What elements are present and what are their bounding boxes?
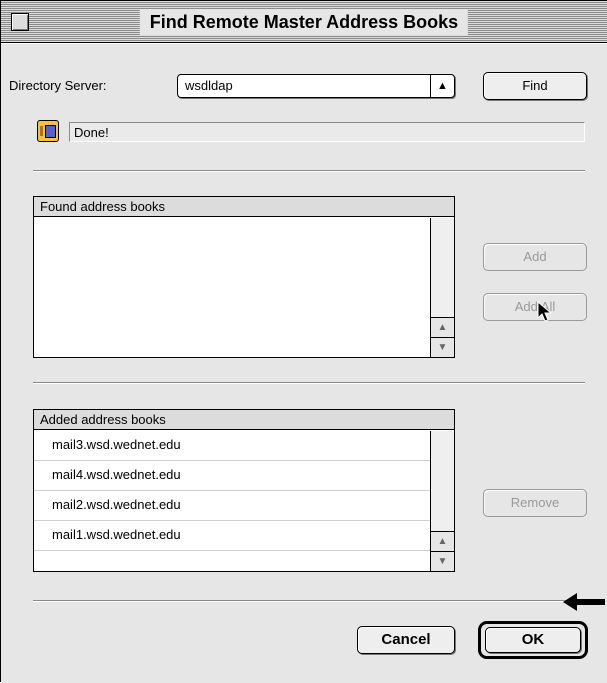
found-address-books-list[interactable]: Found address books ▲ ▼ [33,196,455,358]
popup-arrows-icon: ▲ [430,75,454,97]
mouse-cursor-icon [537,301,553,322]
ok-button[interactable]: OK [485,627,581,653]
added-list-header: Added address books [34,410,454,430]
scroll-down-arrow-icon[interactable]: ▼ [431,337,454,357]
list-item[interactable]: mail4.wsd.wednet.edu [34,461,430,491]
directory-server-popup[interactable]: wsdldap ▲ [177,74,455,98]
title-bar[interactable]: Find Remote Master Address Books [1,1,607,43]
added-list-rows: mail3.wsd.wednet.edu mail4.wsd.wednet.ed… [34,431,430,551]
address-book-icon [37,120,59,142]
found-list-header: Found address books [34,197,454,217]
status-field: Done! [69,122,585,142]
added-list-scrollbar[interactable]: ▲ ▼ [430,431,454,571]
pointer-arrow-icon [563,593,605,611]
directory-server-value: wsdldap [185,78,233,93]
separator [33,170,585,172]
status-text: Done! [74,125,109,140]
find-button[interactable]: Find [483,72,587,100]
scroll-down-arrow-icon[interactable]: ▼ [431,551,454,571]
window-title: Find Remote Master Address Books [139,9,469,35]
dialog-body: Directory Server: wsdldap ▲ Find Done! F… [1,44,607,683]
separator [33,600,585,602]
list-item[interactable]: mail1.wsd.wednet.edu [34,521,430,551]
close-box[interactable] [11,13,29,31]
found-list-scrollbar[interactable]: ▲ ▼ [430,218,454,357]
cancel-button[interactable]: Cancel [357,626,455,654]
list-item[interactable]: mail3.wsd.wednet.edu [34,431,430,461]
scroll-up-arrow-icon[interactable]: ▲ [431,531,454,551]
add-all-button[interactable]: Add All [483,293,587,321]
added-address-books-list[interactable]: Added address books mail3.wsd.wednet.edu… [33,409,455,572]
remove-button[interactable]: Remove [483,489,587,517]
directory-server-label: Directory Server: [9,78,107,93]
list-item[interactable]: mail2.wsd.wednet.edu [34,491,430,521]
dialog-window: Find Remote Master Address Books Directo… [0,0,607,683]
scroll-up-arrow-icon[interactable]: ▲ [431,317,454,337]
separator [33,382,585,384]
add-button[interactable]: Add [483,243,587,271]
